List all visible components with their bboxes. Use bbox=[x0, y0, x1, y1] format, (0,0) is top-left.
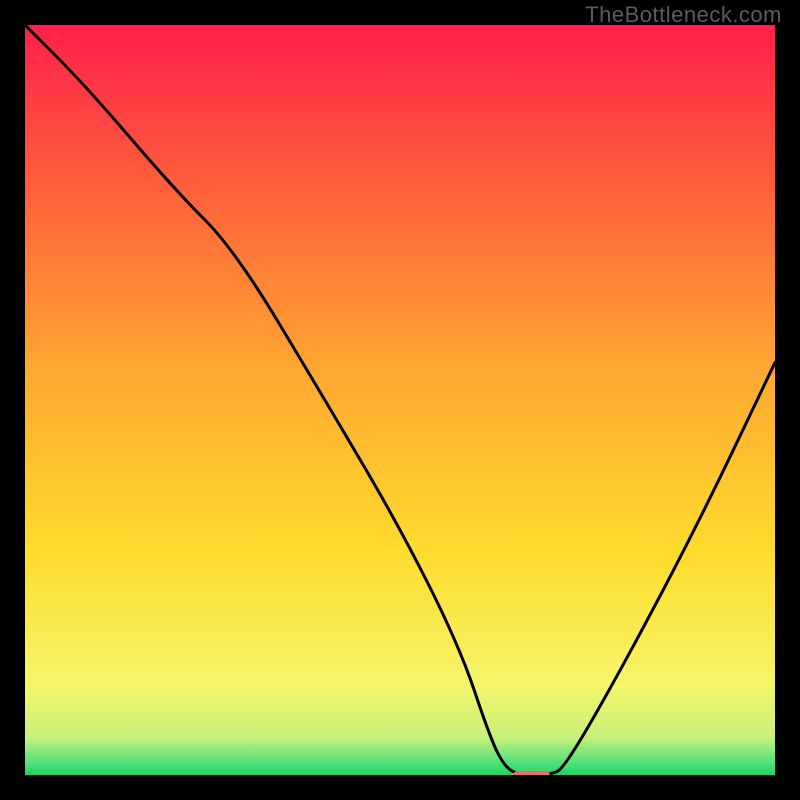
bottleneck-curve bbox=[25, 25, 775, 775]
optimum-marker bbox=[513, 771, 551, 776]
chart-frame: TheBottleneck.com bbox=[0, 0, 800, 800]
plot-area bbox=[25, 25, 775, 775]
watermark: TheBottleneck.com bbox=[585, 2, 782, 28]
